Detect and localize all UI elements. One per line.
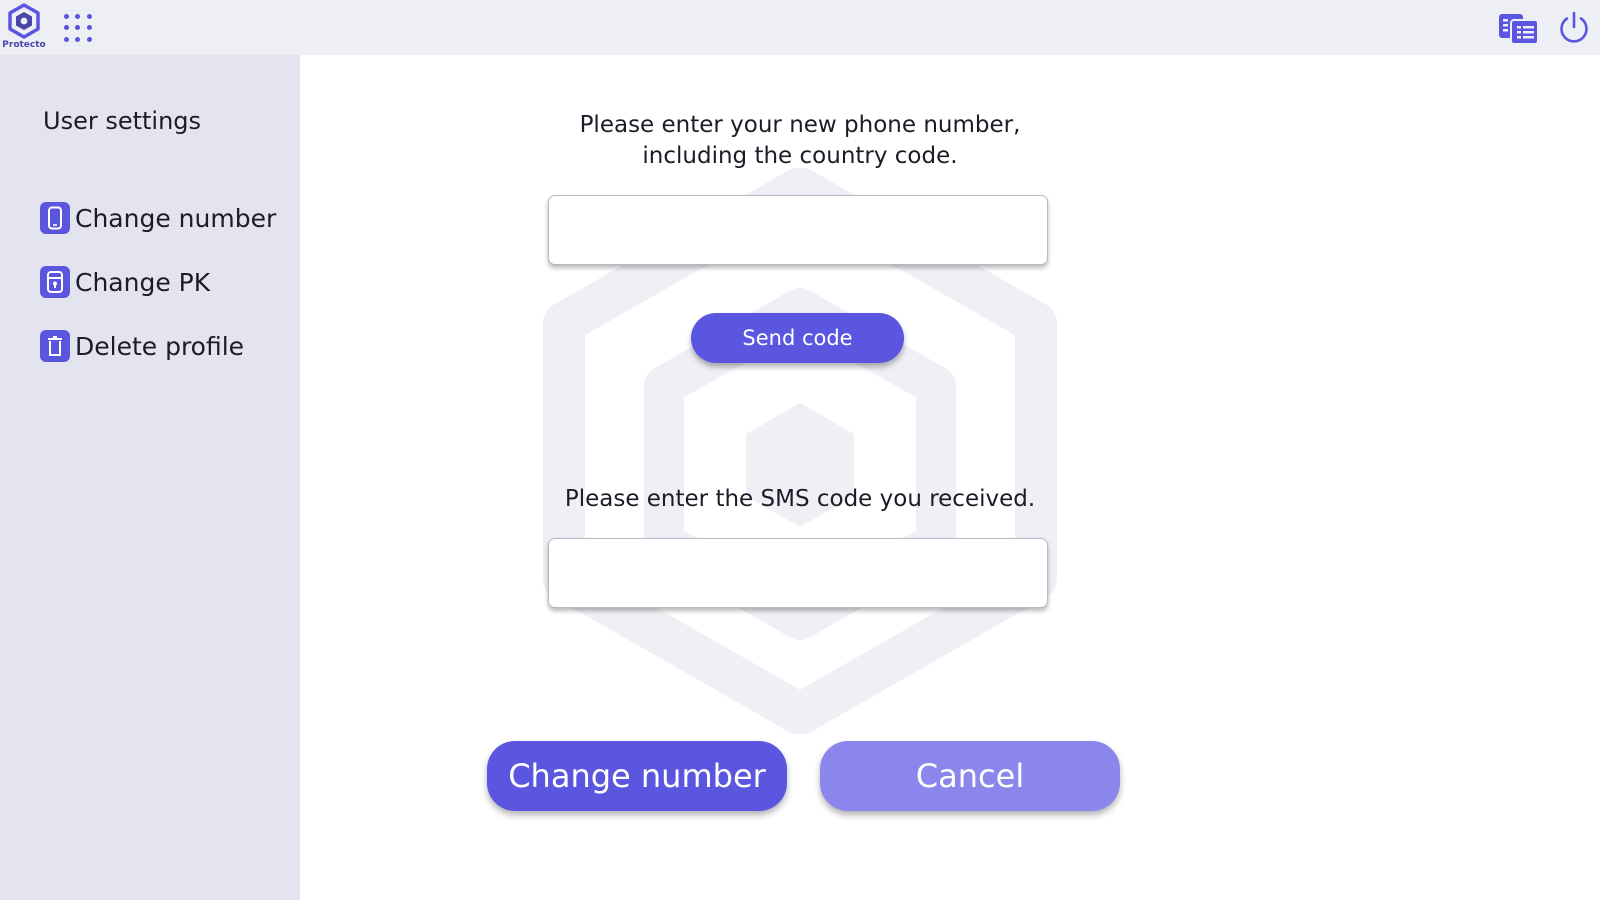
apps-grid-icon[interactable] bbox=[61, 11, 95, 45]
power-icon[interactable] bbox=[1556, 10, 1592, 46]
sidebar-title: User settings bbox=[43, 107, 202, 135]
sidebar-item-label: Delete profile bbox=[75, 331, 245, 361]
phone-prompt: Please enter your new phone number, incl… bbox=[500, 110, 1100, 172]
sidebar-item-label: Change number bbox=[75, 203, 277, 233]
top-bar: Protecto bbox=[0, 0, 1600, 55]
cancel-button[interactable]: Cancel bbox=[820, 741, 1120, 811]
app-logo[interactable]: Protecto bbox=[2, 3, 46, 53]
phone-number-input[interactable] bbox=[548, 195, 1048, 265]
change-number-button[interactable]: Change number bbox=[487, 741, 787, 811]
key-lock-icon bbox=[40, 266, 70, 298]
phone-prompt-line2: including the country code. bbox=[642, 143, 958, 169]
app-name: Protecto bbox=[2, 40, 46, 50]
sidebar: User settings Change number Change PK De… bbox=[0, 55, 300, 900]
phone-prompt-line1: Please enter your new phone number, bbox=[579, 112, 1021, 138]
protecto-logo-icon bbox=[8, 3, 40, 39]
sms-prompt: Please enter the SMS code you received. bbox=[564, 486, 1036, 512]
sms-code-input[interactable] bbox=[548, 538, 1048, 608]
phone-icon bbox=[40, 202, 70, 234]
trash-icon bbox=[40, 330, 70, 362]
sidebar-item-change-number[interactable]: Change number bbox=[40, 200, 276, 236]
translate-icon[interactable] bbox=[1498, 10, 1540, 46]
sidebar-item-label: Change PK bbox=[75, 267, 211, 297]
sidebar-item-change-pk[interactable]: Change PK bbox=[40, 264, 210, 300]
send-code-button[interactable]: Send code bbox=[691, 313, 904, 363]
sidebar-item-delete-profile[interactable]: Delete profile bbox=[40, 328, 244, 364]
